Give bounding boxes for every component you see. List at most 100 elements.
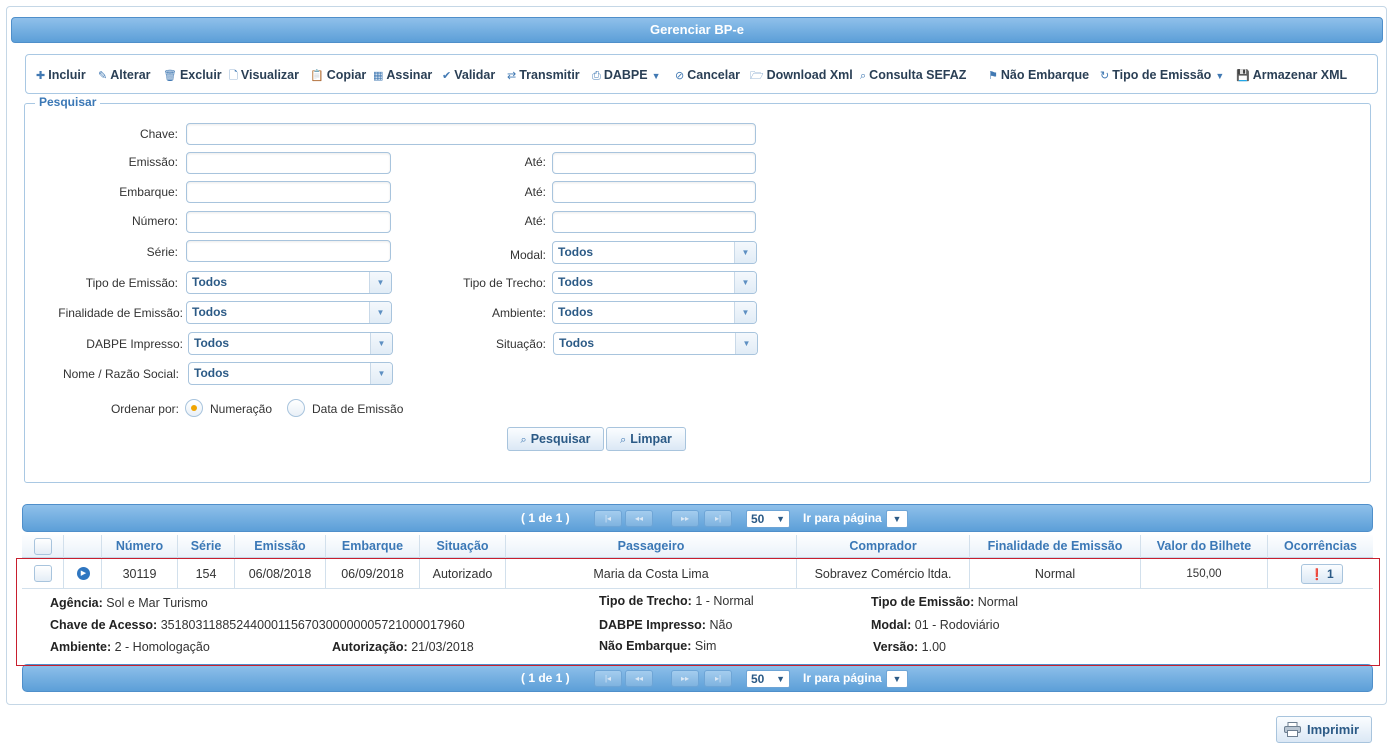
numero-label: Número: [131, 214, 178, 228]
first-page-button[interactable]: |◂ [594, 510, 622, 527]
imprimir-button[interactable]: Imprimir [1276, 716, 1372, 743]
chave-input[interactable] [186, 123, 756, 145]
last-page-button[interactable]: ▸| [704, 510, 732, 527]
rows-per-page-select[interactable]: 50 ▼ [746, 510, 790, 528]
table-row[interactable]: ▶ 30119 154 06/08/2018 06/09/2018 Autori… [22, 559, 1373, 589]
calculator-icon: ▦ [373, 70, 384, 82]
numero-from-input[interactable] [186, 211, 391, 233]
col-emissao[interactable]: Emissão [235, 535, 326, 558]
pesquisar-button[interactable]: ⌕ Pesquisar [507, 427, 604, 451]
next-page-button[interactable]: ▸▸ [671, 670, 699, 687]
modal-select[interactable]: Todos ▼ [552, 241, 757, 264]
nao-embarque-button[interactable]: ⚑ Não Embarque [988, 66, 1089, 84]
situacao-select[interactable]: Todos ▼ [553, 332, 758, 355]
assinar-button[interactable]: ▦ Assinar [373, 66, 432, 84]
versao-value: 1.00 [921, 640, 946, 654]
dabpe-impresso-select[interactable]: Todos ▼ [188, 332, 393, 355]
tipo-emissao-select[interactable]: Todos ▼ [186, 271, 392, 294]
rows-per-page-select[interactable]: 50 ▼ [746, 670, 790, 688]
chevron-down-icon: ▼ [776, 674, 785, 684]
search-fieldset: Pesquisar Chave: Emissão: Até: Embarque:… [24, 95, 1371, 483]
modal-label: Modal: [509, 248, 546, 262]
top-pager: ( 1 de 1 ) |◂ ◂◂ ▸▸ ▸| 50 ▼ Ir para págin… [22, 504, 1373, 532]
page-count: ( 1 de 1 ) [521, 511, 570, 525]
ambiente-select[interactable]: Todos ▼ [552, 301, 757, 324]
prev-page-button[interactable]: ◂◂ [625, 670, 653, 687]
goto-page-dropdown[interactable]: ▼ [886, 510, 908, 528]
embarque-label: Embarque: [119, 185, 178, 199]
col-situacao[interactable]: Situação [420, 535, 506, 558]
consulta-sefaz-button[interactable]: ⌕ Consulta SEFAZ [860, 66, 966, 84]
numero-ate-label: Até: [524, 214, 546, 228]
numeracao-label: Numeração [210, 402, 273, 416]
chave-value: 3518031188524400011567030000000572100001… [160, 618, 465, 632]
search-icon: ⌕ [620, 434, 627, 446]
alterar-button[interactable]: ✎ Alterar [98, 66, 151, 84]
transmitir-button[interactable]: ⇄ Transmitir [507, 66, 580, 84]
limpar-button[interactable]: ⌕ Limpar [606, 427, 686, 451]
goto-page-label: Ir para página [803, 511, 882, 525]
row-checkbox[interactable] [34, 565, 52, 582]
folder-icon: 🗁 [750, 70, 764, 82]
copiar-button[interactable]: 📋 Copiar [310, 66, 366, 84]
chevron-down-icon: ▼ [734, 302, 756, 323]
col-numero[interactable]: Número [102, 535, 178, 558]
ordenar-data-radio[interactable] [287, 399, 305, 417]
goto-page-label: Ir para página [803, 671, 882, 685]
ocorrencias-button[interactable]: ❗ 1 [1301, 564, 1343, 584]
col-ocorrencias[interactable]: Ocorrências [1268, 535, 1373, 558]
nome-select[interactable]: Todos ▼ [188, 362, 393, 385]
ambiente-label: Ambiente: [491, 306, 546, 320]
dabpe-dropdown[interactable]: ⎙ DABPE ▼ [592, 66, 661, 84]
emissao-to-input[interactable] [552, 152, 756, 174]
print-icon: ⎙ [592, 70, 601, 82]
numero-to-input[interactable] [552, 211, 756, 233]
caret-down-icon: ▼ [651, 71, 661, 81]
nome-label: Nome / Razão Social: [62, 367, 179, 381]
download-xml-button[interactable]: 🗁 Download Xml [750, 66, 853, 84]
page-count: ( 1 de 1 ) [521, 671, 570, 685]
emissao-from-input[interactable] [186, 152, 391, 174]
incluir-button[interactable]: ✚ Incluir [36, 66, 86, 84]
expand-header [64, 535, 102, 558]
col-embarque[interactable]: Embarque [326, 535, 420, 558]
first-page-button[interactable]: |◂ [594, 670, 622, 687]
select-all-checkbox[interactable] [34, 538, 52, 555]
dabpe-impresso-label: DABPE Impresso: [86, 337, 183, 351]
finalidade-select[interactable]: Todos ▼ [186, 301, 392, 324]
excluir-button[interactable]: 🗑 Excluir [163, 66, 222, 84]
chevron-down-icon: ▼ [734, 272, 756, 293]
col-passageiro[interactable]: Passageiro [506, 535, 797, 558]
expand-row-icon[interactable]: ▶ [77, 567, 90, 580]
next-page-button[interactable]: ▸▸ [671, 510, 699, 527]
tipo-emissao-label: Tipo de Emissão: [85, 276, 178, 290]
col-finalidade[interactable]: Finalidade de Emissão [970, 535, 1141, 558]
tipo-trecho-select[interactable]: Todos ▼ [552, 271, 757, 294]
embarque-to-input[interactable] [552, 181, 756, 203]
col-serie[interactable]: Série [178, 535, 235, 558]
data-emissao-label: Data de Emissão [312, 402, 404, 416]
serie-input[interactable] [186, 240, 391, 262]
col-valor[interactable]: Valor do Bilhete [1141, 535, 1268, 558]
grid-header: Número Série Emissão Embarque Situação P… [22, 535, 1373, 558]
col-comprador[interactable]: Comprador [797, 535, 970, 558]
search-icon: ⌕ [860, 70, 867, 82]
refresh-icon: ↻ [1100, 70, 1110, 82]
last-page-button[interactable]: ▸| [704, 670, 732, 687]
embarque-from-input[interactable] [186, 181, 391, 203]
page-title: Gerenciar BP-e [11, 17, 1383, 43]
cell-comprador: Sobravez Comércio ltda. [797, 559, 970, 589]
cell-embarque: 06/09/2018 [326, 559, 420, 589]
visualizar-button[interactable]: 🗋 Visualizar [229, 66, 299, 84]
armazenar-xml-button[interactable]: 💾 Armazenar XML [1236, 66, 1347, 84]
flag-icon: ⚑ [988, 70, 998, 82]
plus-icon: ✚ [36, 70, 46, 82]
cancelar-button[interactable]: ⊘ Cancelar [675, 66, 740, 84]
ordenar-numeracao-radio[interactable] [185, 399, 203, 417]
tipo-emissao-dropdown[interactable]: ↻ Tipo de Emissão ▼ [1100, 66, 1224, 84]
select-all-header [22, 535, 64, 558]
prev-page-button[interactable]: ◂◂ [625, 510, 653, 527]
goto-page-dropdown[interactable]: ▼ [886, 670, 908, 688]
validar-button[interactable]: ✔ Validar [442, 66, 495, 84]
document-icon: 🗋 [229, 70, 238, 82]
